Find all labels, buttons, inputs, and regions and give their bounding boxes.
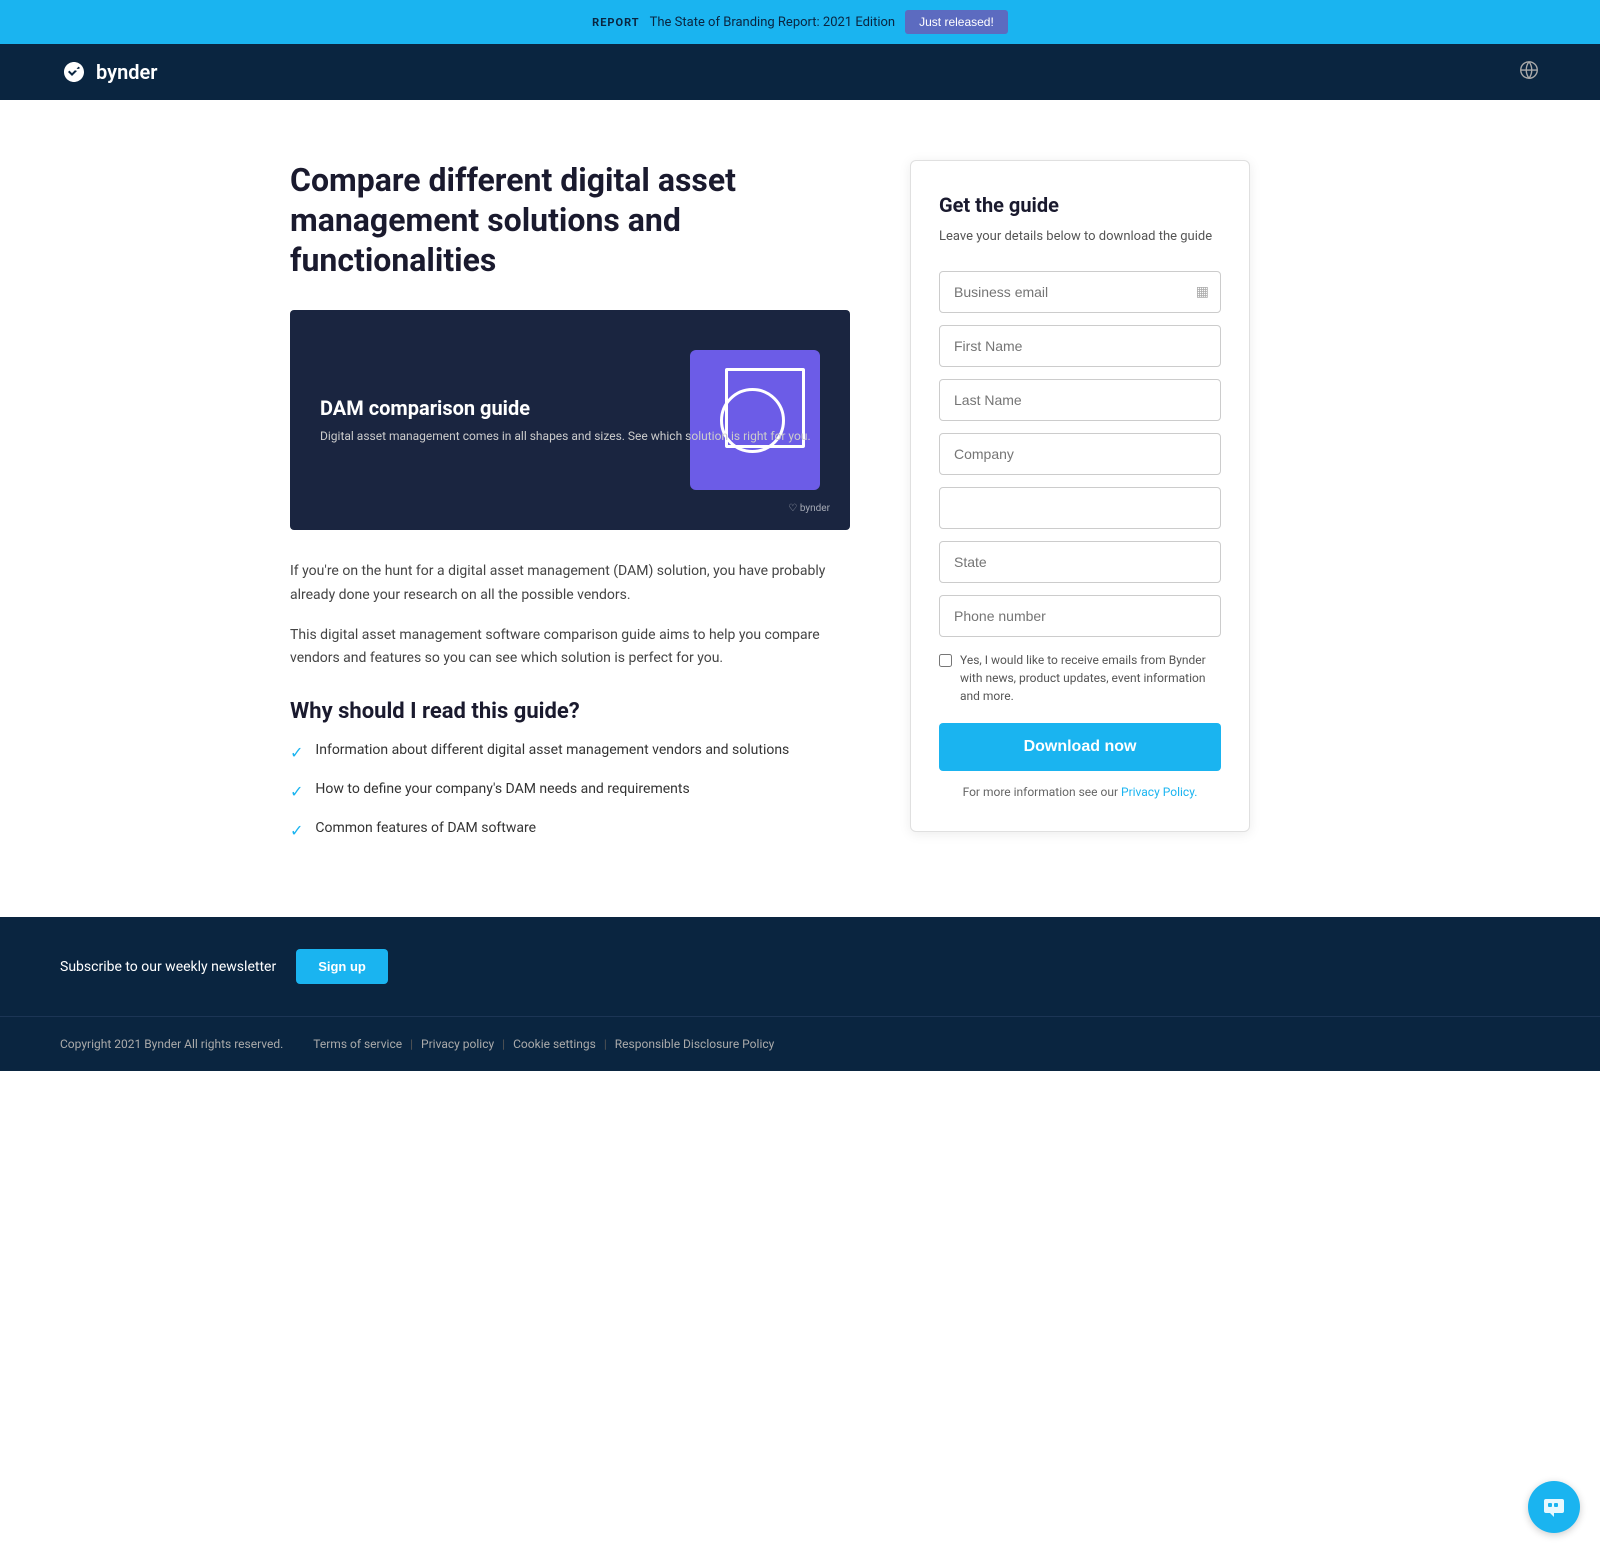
last-name-group: [939, 379, 1221, 421]
footer-divider-1: |: [410, 1037, 413, 1051]
top-banner: REPORT The State of Branding Report: 202…: [0, 0, 1600, 44]
email-consent-row: Yes, I would like to receive emails from…: [939, 651, 1221, 705]
privacy-note: For more information see our Privacy Pol…: [939, 785, 1221, 799]
state-group: [939, 541, 1221, 583]
chat-icon: [1540, 1493, 1568, 1521]
chat-widget[interactable]: [1528, 1481, 1580, 1533]
bynder-watermark: ♡ bynder: [788, 503, 830, 514]
country-input[interactable]: United States: [939, 487, 1221, 529]
form-subtitle: Leave your details below to download the…: [939, 227, 1221, 247]
globe-button[interactable]: [1518, 59, 1540, 85]
guide-image-desc: Digital asset management comes in all sh…: [320, 428, 811, 445]
footer-newsletter: Subscribe to our weekly newsletter Sign …: [0, 917, 1600, 1016]
footer-divider-2: |: [502, 1037, 505, 1051]
list-item-text-3: Common features of DAM software: [315, 818, 536, 839]
footer-link-privacy[interactable]: Privacy policy: [421, 1037, 494, 1051]
check-icon-2: ✓: [290, 780, 303, 804]
company-input[interactable]: [939, 433, 1221, 475]
phone-group: [939, 595, 1221, 637]
logo-text: bynder: [96, 60, 157, 84]
footer-link-cookies[interactable]: Cookie settings: [513, 1037, 596, 1051]
footer-bottom: Copyright 2021 Bynder All rights reserve…: [0, 1016, 1600, 1071]
navigation: bynder: [0, 44, 1600, 100]
logo[interactable]: bynder: [60, 58, 157, 86]
main-content: Compare different digital asset manageme…: [250, 100, 1350, 917]
footer-copyright: Copyright 2021 Bynder All rights reserve…: [60, 1037, 283, 1051]
email-input[interactable]: [939, 271, 1221, 313]
email-consent-label: Yes, I would like to receive emails from…: [960, 651, 1221, 705]
check-icon-3: ✓: [290, 819, 303, 843]
signup-button[interactable]: Sign up: [296, 949, 388, 984]
right-column: Get the guide Leave your details below t…: [910, 160, 1250, 832]
list-item: ✓ Common features of DAM software: [290, 818, 850, 843]
first-name-input[interactable]: [939, 325, 1221, 367]
privacy-note-text: For more information see our: [963, 785, 1118, 799]
email-field-group: ▦: [939, 271, 1221, 313]
state-input[interactable]: [939, 541, 1221, 583]
why-heading: Why should I read this guide?: [290, 699, 850, 724]
phone-input[interactable]: [939, 595, 1221, 637]
first-name-group: [939, 325, 1221, 367]
last-name-input[interactable]: [939, 379, 1221, 421]
country-group: United States: [939, 487, 1221, 529]
download-button[interactable]: Download now: [939, 723, 1221, 771]
body-text-1: If you're on the hunt for a digital asse…: [290, 560, 850, 608]
footer-links: Terms of service | Privacy policy | Cook…: [313, 1037, 774, 1051]
left-column: Compare different digital asset manageme…: [290, 160, 850, 857]
email-consent-checkbox[interactable]: [939, 654, 952, 667]
list-item: ✓ How to define your company's DAM needs…: [290, 779, 850, 804]
globe-icon: [1518, 59, 1540, 81]
newsletter-text: Subscribe to our weekly newsletter: [60, 959, 276, 975]
page-title: Compare different digital asset manageme…: [290, 160, 850, 280]
logo-icon: [60, 58, 88, 86]
list-item: ✓ Information about different digital as…: [290, 740, 850, 765]
form-title: Get the guide: [939, 193, 1221, 217]
footer-link-terms[interactable]: Terms of service: [313, 1037, 402, 1051]
list-item-text-2: How to define your company's DAM needs a…: [315, 779, 689, 800]
banner-report-label: REPORT: [592, 16, 639, 29]
banner-button[interactable]: Just released!: [905, 10, 1008, 34]
form-card: Get the guide Leave your details below t…: [910, 160, 1250, 832]
footer-divider-3: |: [604, 1037, 607, 1051]
privacy-policy-link[interactable]: Privacy Policy.: [1121, 785, 1197, 799]
footer-link-disclosure[interactable]: Responsible Disclosure Policy: [615, 1037, 775, 1051]
check-icon-1: ✓: [290, 741, 303, 765]
guide-image-text: DAM comparison guide Digital asset manag…: [320, 396, 811, 445]
list-item-text-1: Information about different digital asse…: [315, 740, 789, 761]
company-group: [939, 433, 1221, 475]
guide-image: DAM comparison guide Digital asset manag…: [290, 310, 850, 530]
email-icon: ▦: [1196, 284, 1209, 300]
banner-text: The State of Branding Report: 2021 Editi…: [650, 15, 896, 30]
checklist: ✓ Information about different digital as…: [290, 740, 850, 843]
guide-image-title: DAM comparison guide: [320, 396, 811, 420]
body-text-2: This digital asset management software c…: [290, 624, 850, 672]
